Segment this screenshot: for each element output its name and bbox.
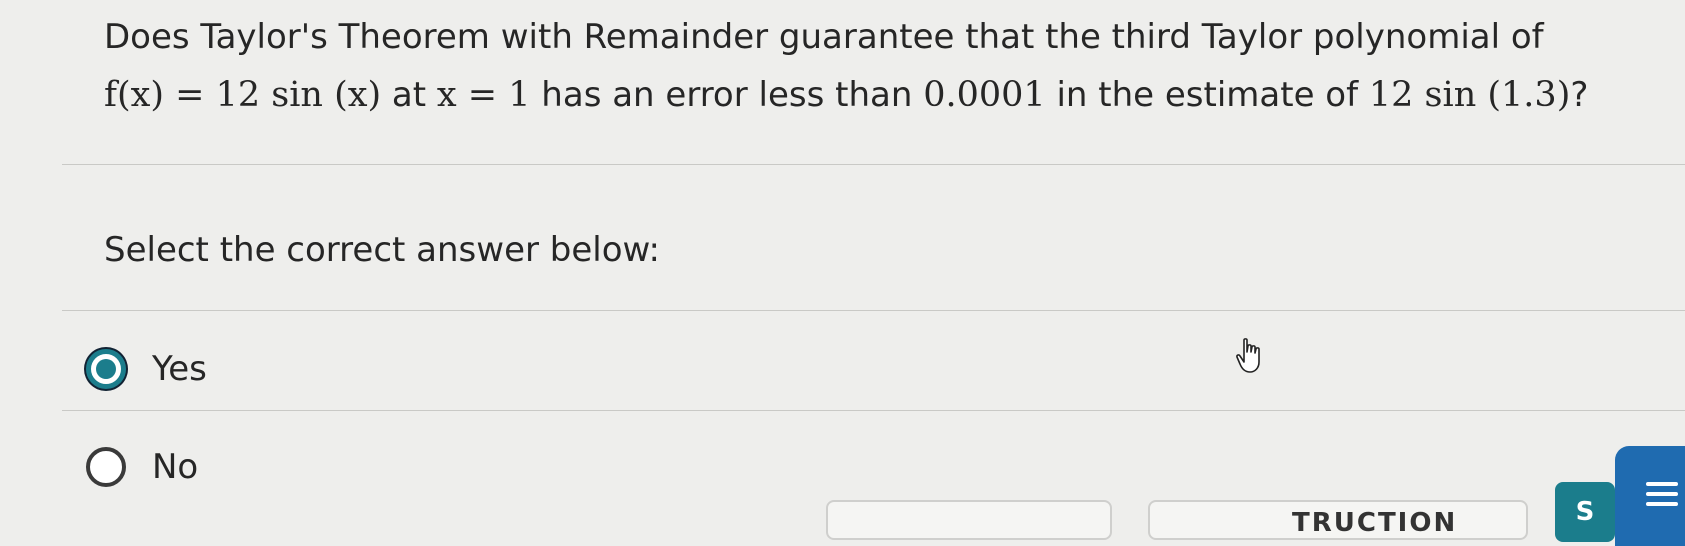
estimate-expression: 12 sin (1.3) [1368,75,1571,115]
divider-question [62,164,1685,165]
question-text: Does Taylor's Theorem with Remainder gua… [104,8,1644,124]
option-no[interactable]: No [86,437,198,497]
menu-icon-bar-1 [1646,482,1678,486]
hand-pointer-icon [1236,338,1260,373]
center-expression: x = 1 [436,75,531,115]
menu-icon-bar-3 [1646,502,1678,506]
question-estimate-text: in the estimate of [1045,75,1369,115]
prompt-text: Select the correct answer below: [104,230,660,270]
menu-icon-bar-2 [1646,492,1678,496]
divider-prompt [62,310,1685,311]
question-line-1: Does Taylor's Theorem with Remainder gua… [104,17,1544,57]
teal-button[interactable]: S [1555,482,1615,542]
divider-options [62,410,1685,411]
radio-selected-dot [96,359,116,379]
option-no-label: No [152,447,199,487]
question-mid-text: has an error less than [530,75,924,115]
option-yes-label: Yes [152,349,207,389]
function-expression: f(x) = 12 sin (x) [104,75,382,115]
menu-icon [1646,482,1678,512]
question-end: ? [1570,75,1589,115]
error-value: 0.0001 [923,75,1046,115]
question-at-text: at [381,75,437,115]
option-yes[interactable]: Yes [86,339,207,399]
teal-button-label: S [1575,497,1595,527]
radio-no[interactable] [86,447,126,487]
footer-button-instructions-label: TRUCTION [1292,508,1458,538]
footer-button-left[interactable] [826,500,1112,540]
radio-yes[interactable] [86,349,126,389]
